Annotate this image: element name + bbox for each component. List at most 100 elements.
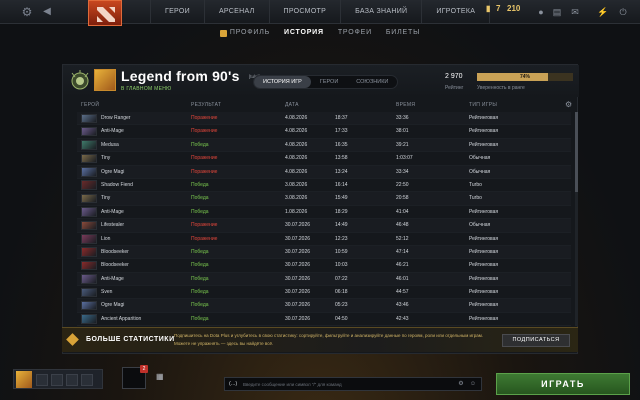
rank-medal-icon	[69, 68, 91, 94]
table-row[interactable]: Medusa Победа 4.08.2026 16:35 39:21 Рейтингов…	[77, 138, 571, 153]
table-row[interactable]: Ogre Magi Поражение 4.08.2026 13:24 33:34 Обы…	[77, 165, 571, 179]
match-duration: 46:48	[396, 222, 409, 229]
invites-button[interactable]: 2	[122, 365, 148, 389]
hero-name: Sven	[101, 289, 113, 296]
table-row[interactable]: Ancient Apparition Победа 30.07.2026 04:50 4…	[77, 313, 571, 326]
nav-learn[interactable]: БАЗА ЗНАНИЙ	[340, 0, 421, 24]
dota-logo-button[interactable]	[88, 0, 122, 26]
match-time: 12:23	[335, 235, 348, 242]
plus-icon[interactable]: ⚡	[596, 5, 610, 19]
table-row[interactable]: Anti-Mage Победа 30.07.2026 07:22 46:01 Рейти…	[77, 272, 571, 287]
table-row[interactable]: Bloodseeker Победа 30.07.2026 10:59 47:14 Рей…	[77, 245, 571, 260]
match-type: Обычная	[469, 222, 491, 229]
scrollbar[interactable]	[575, 112, 578, 326]
match-date: 30.07.2026	[285, 222, 311, 229]
back-arrow-icon[interactable]: ◀	[40, 5, 54, 19]
rating-label: Рейтинг	[445, 85, 464, 91]
match-time: 10:03	[335, 262, 348, 269]
party-bar	[13, 369, 103, 389]
match-date: 4.08.2026	[285, 141, 308, 148]
table-row[interactable]: Tiny Поражение 4.08.2026 13:58 1:03:07 Обычна…	[77, 152, 571, 166]
tab-tickets[interactable]: БИЛЕТЫ	[386, 27, 420, 39]
hero-portrait-icon	[81, 314, 97, 324]
nav-arcade[interactable]: ИГРОТЕКА	[421, 0, 491, 24]
hero-portrait-icon	[81, 153, 97, 164]
table-row[interactable]: Lifestealer Поражение 30.07.2026 14:49 46:48…	[77, 219, 571, 233]
table-row[interactable]: Tiny Победа 3.08.2026 15:49 20:58 Turbo	[77, 192, 571, 206]
mail-icon[interactable]: ✉	[568, 5, 582, 19]
shards-count: 7	[496, 4, 501, 13]
table-row[interactable]: Ogre Magi Победа 30.07.2026 05:23 43:46 Рейти…	[77, 299, 571, 313]
scrollbar-thumb[interactable]	[575, 112, 578, 192]
hero-name: Bloodseeker	[101, 248, 129, 255]
column-headers: ГЕРОЙ РЕЗУЛЬТАТ ДАТА ВРЕМЯ ТИП ИГРЫ	[63, 100, 579, 110]
party-slot[interactable]	[66, 374, 78, 386]
match-result: Победа	[191, 275, 209, 282]
hero-name: Anti-Mage	[101, 208, 124, 215]
tab-trophies-label: ТРОФЕИ	[337, 29, 372, 36]
tab-trophies[interactable]: ТРОФЕИ	[338, 27, 372, 39]
rating-value: 2 970	[445, 73, 463, 80]
table-row[interactable]: Drow Ranger Поражение 4.08.2026 18:37 33:36 Р…	[77, 112, 571, 126]
nav-heroes[interactable]: ГЕРОИ	[150, 0, 204, 24]
match-duration: 33:34	[396, 168, 409, 175]
table-row[interactable]: Anti-Mage Победа 1.08.2026 18:29 41:04 Рейтин…	[77, 206, 571, 220]
chat-emote-icon[interactable]: ☺	[469, 380, 477, 388]
avatar[interactable]	[16, 371, 32, 388]
hero-portrait-icon	[81, 234, 97, 244]
col-date[interactable]: ДАТА	[285, 100, 299, 110]
nav-watch[interactable]: ПРОСМОТР	[268, 0, 341, 24]
col-result[interactable]: РЕЗУЛЬТАТ	[191, 100, 221, 110]
party-slot[interactable]	[81, 374, 93, 386]
chat-settings-icon[interactable]: ⚙	[457, 380, 465, 388]
match-list: Drow Ranger Поражение 4.08.2026 18:37 33:36 Р…	[77, 112, 571, 326]
power-icon[interactable]: ⏻	[616, 5, 630, 19]
dota-plus-icon	[66, 333, 79, 346]
party-slot[interactable]	[36, 374, 48, 386]
notifications-icon[interactable]: ●	[534, 5, 548, 19]
tab-history-label: ИСТОРИЯ	[284, 29, 324, 36]
col-hero[interactable]: ГЕРОЙ	[81, 100, 99, 110]
party-slot[interactable]	[51, 374, 63, 386]
match-date: 30.07.2026	[285, 289, 311, 296]
main-nav: ГЕРОИ АРСЕНАЛ ПРОСМОТР БАЗА ЗНАНИЙ ИГРОТ…	[150, 0, 491, 24]
gear-icon[interactable]: ⚙	[20, 5, 34, 19]
table-row[interactable]: Shadow Fiend Победа 3.08.2026 16:14 22:50 Tur…	[77, 179, 571, 193]
hero-portrait-icon	[81, 260, 97, 271]
match-time: 10:59	[335, 248, 348, 255]
hero-name: Drow Ranger	[101, 115, 131, 121]
gold-count: 210	[507, 4, 521, 13]
match-date: 30.07.2026	[285, 235, 311, 242]
friends-icon[interactable]: ▤	[550, 5, 564, 19]
table-row[interactable]: Sven Победа 30.07.2026 06:18 44:57 Рейтингова…	[77, 286, 571, 300]
col-type[interactable]: ТИП ИГРЫ	[469, 100, 497, 110]
avatar[interactable]	[94, 69, 116, 91]
play-button[interactable]: ИГРАТЬ	[496, 373, 630, 395]
match-type: Рейтинговая	[469, 302, 499, 309]
match-duration: 46:01	[396, 275, 409, 282]
table-row[interactable]: Bloodseeker Победа 30.07.2026 10:03 46:21 Рей…	[77, 259, 571, 273]
gear-icon[interactable]: ⚙	[565, 100, 572, 110]
match-duration: 52:12	[396, 235, 409, 242]
chat-channel[interactable]: (...)	[229, 378, 237, 390]
profile-icon	[219, 29, 227, 37]
tab-allies[interactable]: СОЮЗНИКИ	[347, 76, 397, 88]
hero-name: Tiny	[101, 195, 111, 202]
match-time: 17:33	[335, 128, 348, 135]
tab-history[interactable]: ИСТОРИЯ	[284, 27, 324, 39]
match-time: 05:23	[335, 302, 348, 309]
match-type: Рейтинговая	[469, 289, 499, 296]
tab-match-history[interactable]: ИСТОРИЯ ИГР	[254, 76, 311, 88]
nav-armory[interactable]: АРСЕНАЛ	[203, 0, 269, 24]
chat-input[interactable]	[243, 379, 443, 389]
tab-profile[interactable]: ПРОФИЛЬ	[219, 27, 270, 39]
hero-name: Ogre Magi	[101, 302, 125, 309]
tab-heroes[interactable]: ГЕРОИ	[311, 76, 347, 88]
grid-icon[interactable]: ▦	[156, 372, 164, 381]
col-duration[interactable]: ВРЕМЯ	[396, 100, 415, 110]
hero-name: Anti-Mage	[101, 275, 124, 282]
table-row[interactable]: Anti-Mage Поражение 4.08.2026 17:33 38:01 Рей…	[77, 125, 571, 139]
table-row[interactable]: Lion Поражение 30.07.2026 12:23 52:12 Рейтинг…	[77, 233, 571, 246]
subscribe-button[interactable]: ПОДПИСАТЬСЯ	[502, 334, 570, 347]
match-time: 18:29	[335, 208, 348, 215]
